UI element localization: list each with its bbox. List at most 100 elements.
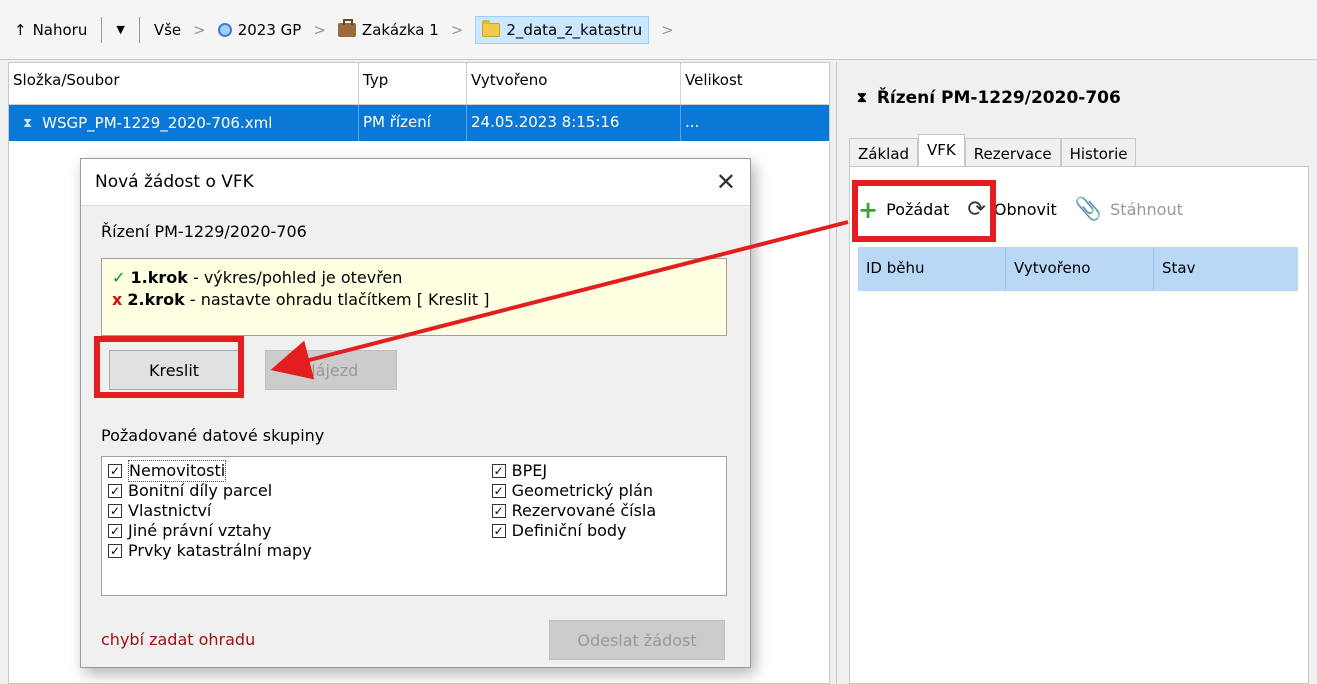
detail-panel: ⧗ Řízení PM-1229/2020-706 Základ VFK Rez…: [836, 62, 1317, 684]
crumb-all-label: Vše: [153, 20, 182, 39]
request-highlight-box: [852, 180, 996, 242]
step-2: x 2.krok - nastavte ohradu tlačítkem [ K…: [112, 289, 716, 311]
dialog-body: Řízení PM-1229/2020-706 ✓ 1.krok - výkre…: [81, 205, 750, 667]
checkbox-checked-icon[interactable]: ✓: [108, 544, 122, 558]
detail-tabs: Základ VFK Rezervace Historie: [849, 134, 1137, 170]
runs-grid-header: ID běhu Vytvořeno Stav: [858, 247, 1298, 291]
crumb-project-label: 2023 GP: [237, 20, 302, 39]
crumb-order-label: Zakázka 1: [361, 20, 439, 39]
column-header-created[interactable]: Vytvořeno: [467, 63, 681, 104]
checkbox-checked-icon[interactable]: ✓: [108, 484, 122, 498]
checkbox-checked-icon[interactable]: ✓: [491, 464, 506, 478]
group-label: Bonitní díly parcel: [128, 481, 273, 500]
group-label: Nemovitosti: [128, 460, 227, 482]
group-label: Prvky katastrální mapy: [128, 541, 312, 560]
group-item[interactable]: ✓ Vlastnictví: [108, 501, 312, 521]
cell-type: PM řízení: [359, 105, 467, 141]
chevron-right-icon: >: [313, 20, 326, 39]
group-label: Definiční body: [511, 521, 627, 540]
groups-left-column: ✓ Nemovitosti ✓ Bonitní díly parcel ✓ Vlast…: [108, 460, 312, 591]
group-label: Vlastnictví: [128, 501, 212, 520]
file-name: WSGP_PM-1229_2020-706.xml: [42, 114, 273, 132]
toolbar-divider: [101, 16, 103, 43]
project-circle-icon: [217, 22, 232, 37]
steps-box: ✓ 1.krok - výkres/pohled je otevřen x 2.…: [101, 258, 727, 336]
chevron-right-icon[interactable]: >: [661, 21, 674, 39]
detail-title: ⧗ Řízení PM-1229/2020-706: [857, 88, 1121, 108]
group-item[interactable]: ✓ Nemovitosti: [108, 460, 312, 482]
checkbox-checked-icon[interactable]: ✓: [491, 484, 506, 498]
warning-text: chybí zadat ohradu: [101, 630, 256, 649]
cell-name: ⧗ WSGP_PM-1229_2020-706.xml: [9, 105, 359, 141]
cross-icon: x: [112, 290, 123, 309]
group-item[interactable]: ✓ Geometrický plán: [491, 481, 657, 501]
download-button[interactable]: 📎 Stáhnout: [1075, 197, 1183, 222]
group-item[interactable]: ✓ BPEJ: [491, 461, 657, 481]
send-request-button[interactable]: Odeslat žádost: [549, 620, 725, 660]
checkbox-checked-icon[interactable]: ✓: [108, 464, 122, 478]
crumb-project[interactable]: 2023 GP: [217, 20, 302, 39]
table-row[interactable]: ⧗ WSGP_PM-1229_2020-706.xml PM řízení 24…: [9, 105, 829, 141]
column-header-run-status[interactable]: Stav: [1154, 247, 1298, 291]
caret-down-icon: ▼: [116, 23, 125, 36]
group-item[interactable]: ✓ Definiční body: [491, 521, 657, 541]
column-header-name[interactable]: Složka/Soubor: [9, 63, 359, 104]
crumb-all[interactable]: Vše: [154, 21, 181, 39]
crumb-folder-label: 2_data_z_katastru: [506, 20, 643, 39]
column-header-size[interactable]: Velikost: [681, 63, 827, 104]
checkbox-checked-icon[interactable]: ✓: [108, 504, 122, 518]
draw-highlight-box: [94, 336, 244, 398]
groups-label: Požadované datové skupiny: [101, 426, 325, 445]
hourglass-icon: ⧗: [857, 90, 867, 106]
cell-size: ...: [685, 113, 700, 131]
step-1-label: 1.krok: [130, 268, 188, 287]
vfk-tab-body: + Požádat ⟳ Obnovit 📎 Stáhnout ID běhu V…: [849, 166, 1309, 684]
crumb-folder[interactable]: 2_data_z_katastru: [475, 15, 650, 44]
check-icon: ✓: [112, 268, 126, 287]
step-1: ✓ 1.krok - výkres/pohled je otevřen: [112, 267, 716, 289]
breadcrumb-toolbar: ↑ Nahoru ▼ Vše > 2023 GP > Zakázka 1 > 2…: [0, 0, 1317, 60]
chevron-right-icon: >: [193, 20, 206, 39]
close-icon[interactable]: ✕: [716, 168, 736, 196]
chevron-right-icon: >: [450, 20, 464, 39]
step-2-text: - nastavte ohradu tlačítkem [ Kreslit ]: [184, 290, 490, 309]
briefcase-icon: [337, 18, 356, 37]
dialog-title-bar: Nová žádost o VFK ✕: [81, 159, 750, 205]
xml-file-icon: ⧗: [23, 115, 33, 131]
cell-created: 24.05.2023 8:15:16: [467, 105, 681, 141]
step-1-text: - výkres/pohled je otevřen: [187, 268, 403, 287]
group-item[interactable]: ✓ Jiné právní vztahy: [108, 521, 312, 541]
column-header-run-created[interactable]: Vytvořeno: [1006, 247, 1154, 291]
group-label: BPEJ: [511, 461, 548, 480]
paperclip-icon: 📎: [1074, 197, 1103, 222]
column-header-run-id[interactable]: ID běhu: [858, 247, 1006, 291]
dropdown-button[interactable]: ▼: [116, 23, 124, 36]
download-button-label: Stáhnout: [1110, 200, 1183, 219]
up-button[interactable]: ↑ Nahoru: [14, 21, 87, 39]
group-label: Geometrický plán: [511, 481, 654, 500]
column-header-type[interactable]: Typ: [359, 63, 467, 104]
checkbox-checked-icon[interactable]: ✓: [491, 504, 506, 518]
groups-right-column: ✓ BPEJ ✓ Geometrický plán ✓ Rezervované čís…: [491, 461, 657, 591]
zoom-button[interactable]: Nájezd: [265, 350, 397, 390]
group-item[interactable]: ✓ Rezervované čísla: [491, 501, 657, 521]
checkbox-checked-icon[interactable]: ✓: [491, 524, 506, 538]
dialog-subtitle: Řízení PM-1229/2020-706: [101, 222, 307, 241]
group-label: Jiné právní vztahy: [128, 521, 272, 540]
folder-icon: [482, 19, 501, 37]
dialog-title: Nová žádost o VFK: [95, 172, 254, 192]
crumb-order[interactable]: Zakázka 1: [337, 18, 439, 39]
arrow-up-icon: ↑: [14, 20, 27, 39]
data-groups-list: ✓ Nemovitosti ✓ Bonitní díly parcel ✓ Vlast…: [101, 456, 727, 596]
step-2-label: 2.krok: [127, 290, 185, 309]
table-header: Složka/Soubor Typ Vytvořeno Velikost: [9, 63, 829, 105]
checkbox-checked-icon[interactable]: ✓: [108, 524, 122, 538]
detail-title-text: Řízení PM-1229/2020-706: [876, 88, 1121, 108]
toolbar-divider: [138, 16, 140, 43]
refresh-button-label: Obnovit: [993, 200, 1057, 219]
group-item[interactable]: ✓ Prvky katastrální mapy: [108, 541, 312, 561]
group-label: Rezervované čísla: [511, 501, 657, 520]
group-item[interactable]: ✓ Bonitní díly parcel: [108, 481, 312, 501]
tab-vfk[interactable]: VFK: [918, 134, 965, 170]
up-button-label: Nahoru: [32, 20, 88, 39]
